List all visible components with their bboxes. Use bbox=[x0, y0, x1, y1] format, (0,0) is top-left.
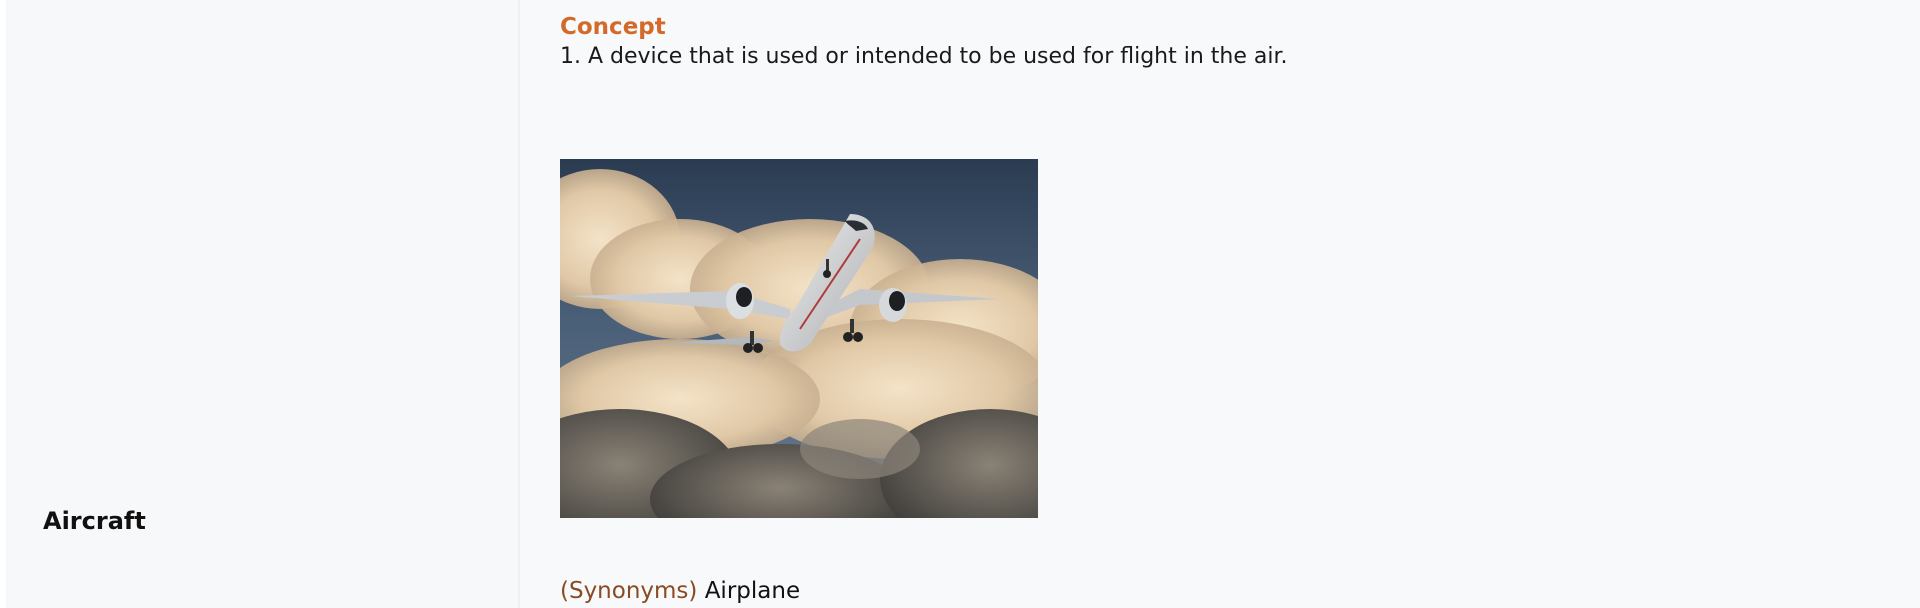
synonyms-label: (Synonyms) bbox=[560, 578, 698, 604]
synonym-value: Airplane bbox=[704, 578, 801, 604]
airplane-illustration bbox=[560, 159, 1038, 518]
synonyms-line: (Synonyms) Airplane bbox=[560, 578, 800, 604]
concept-heading: Concept bbox=[560, 14, 666, 40]
dictionary-entry-page: Aircraft Concept 1. A device that is use… bbox=[0, 0, 1920, 608]
definition-text: 1. A device that is used or intended to … bbox=[560, 44, 1288, 69]
airplane-photo bbox=[560, 159, 1038, 518]
entry-term: Aircraft bbox=[43, 507, 146, 535]
